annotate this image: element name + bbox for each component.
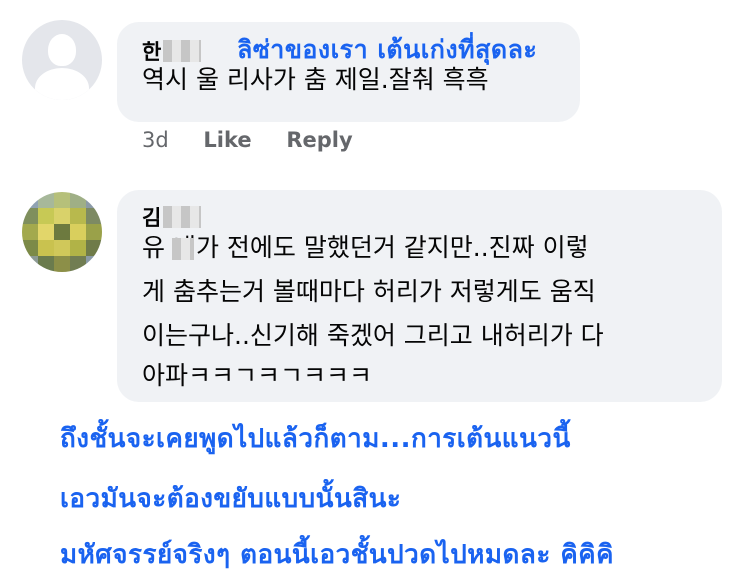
avatar-head-shape <box>48 34 76 66</box>
comment-text-2-line-2: 게 춤추는거 볼때마다 허리가 저렇게도 움직 <box>142 277 596 306</box>
comment-line-text: 유 내가 전에도 말했던거 같지만..진짜 이렇 <box>142 233 589 262</box>
translation-line-1: ถึงชั้นจะเคยพูดไปแล้วก็ตาม...การเต้นแนวน… <box>60 424 571 454</box>
comment-text-2-line-3: 이는구나..신기해 죽겠어 그리고 내허리가 다 <box>142 321 604 350</box>
author-name-1[interactable]: 한 <box>142 40 161 64</box>
comment-actions-1: 3d Like Reply <box>142 128 381 152</box>
comment-text-2-line-4: 아파ㅋㅋㄱㅋㄱㅋㅋㅋ <box>142 361 373 390</box>
translation-line-2: เอวมันจะต้องขยับแบบนั้นสินะ <box>60 484 402 514</box>
translation-line-3: มหัศจรรย์จริงๆ ตอนนี้เอวชั้นปวดไปหมดละ ค… <box>60 540 615 570</box>
avatar-blurred-user[interactable] <box>22 192 102 272</box>
author-name-2[interactable]: 김 <box>142 206 161 230</box>
avatar-default-user[interactable] <box>22 20 102 100</box>
like-button[interactable]: Like <box>203 128 251 152</box>
censored-name-blur <box>163 40 202 62</box>
reply-button[interactable]: Reply <box>286 128 352 152</box>
comment-text-1: 역시 울 리사가 춤 제일.잘춰 흑흑 <box>142 65 489 94</box>
censored-text-blur <box>172 238 194 260</box>
comment-timestamp[interactable]: 3d <box>142 128 169 152</box>
comment-text-2-line-1: 유 내가 전에도 말했던거 같지만..진짜 이렇 <box>142 230 589 265</box>
censored-name-blur <box>163 206 202 228</box>
comment-author-2[interactable]: 김 <box>142 202 202 232</box>
avatar-body-shape <box>35 68 89 100</box>
